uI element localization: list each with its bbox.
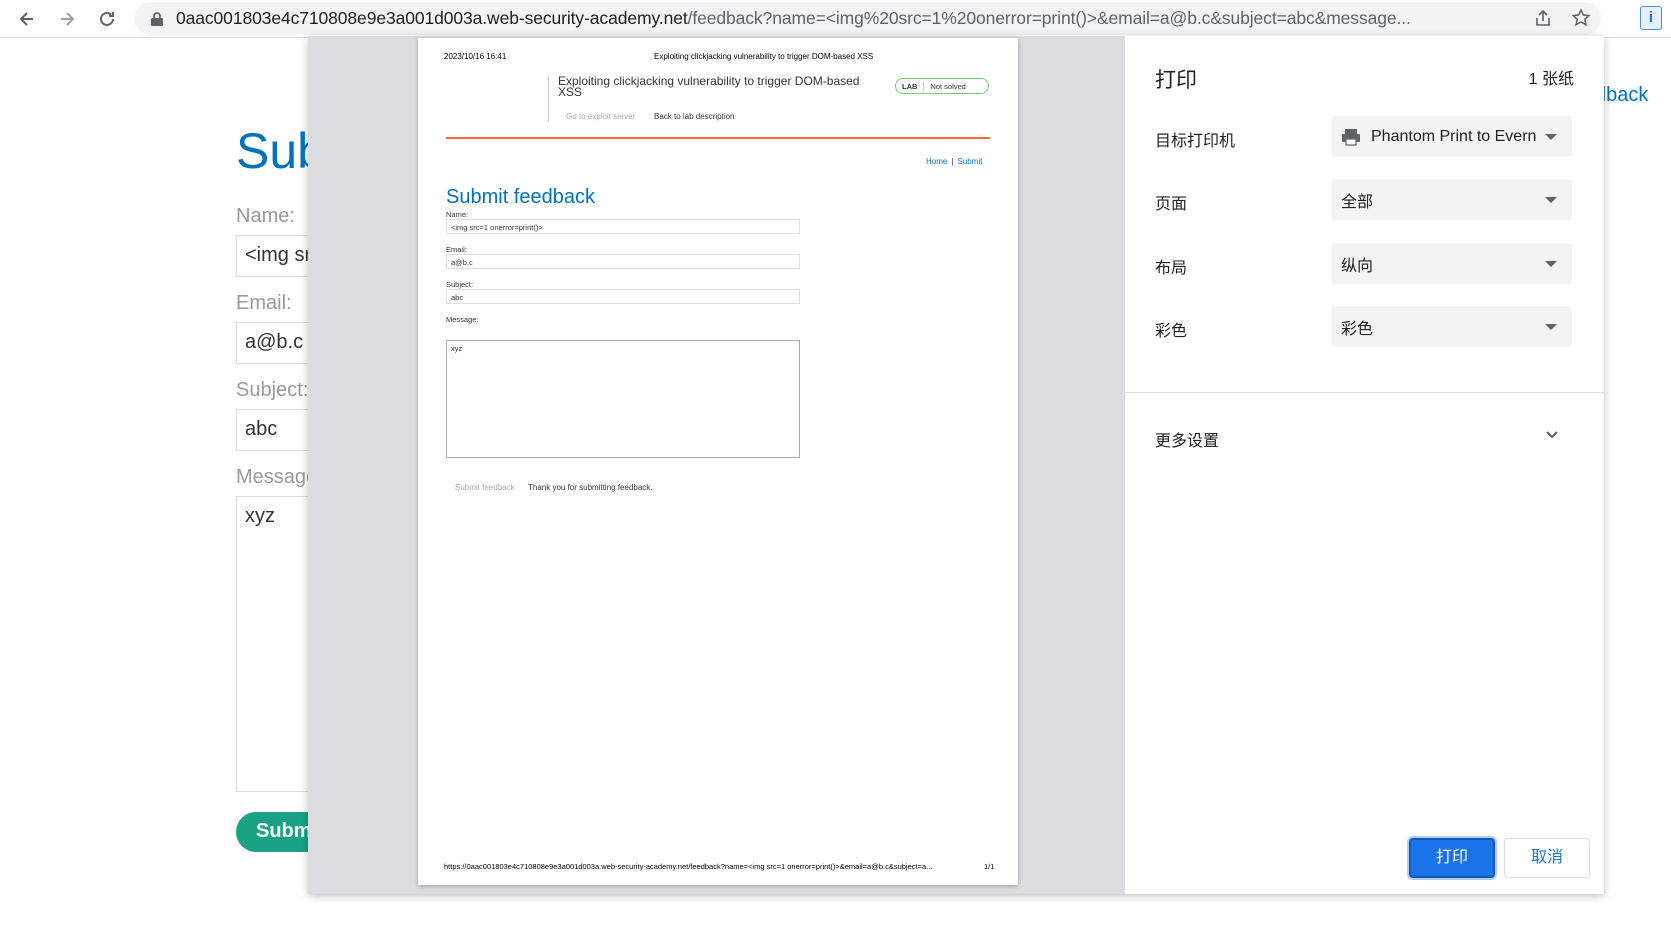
- preview-nav: Home | Submit: [926, 157, 982, 166]
- chevron-down-icon: [1545, 323, 1557, 330]
- color-value: 彩色: [1341, 320, 1374, 338]
- preview-lab-status-badge: LAB Not solved: [895, 78, 989, 94]
- preview-email-label: Email:: [446, 245, 467, 254]
- settings-divider: [1125, 392, 1604, 393]
- preview-message-label: Message:: [446, 315, 479, 324]
- preview-page-number: 1/1: [984, 862, 995, 871]
- preview-subject-input: abc: [446, 289, 800, 304]
- layout-label: 布局: [1155, 260, 1188, 277]
- preview-orange-rule: [446, 137, 990, 139]
- destination-select[interactable]: Phantom Print to Evernote: [1331, 116, 1572, 157]
- destination-value: Phantom Print to Evernote: [1371, 127, 1537, 145]
- name-label: Name:: [236, 205, 295, 227]
- badge-lab-label: LAB: [896, 81, 925, 91]
- chevron-down-icon: [1545, 133, 1557, 140]
- bookmark-star-icon[interactable]: [1571, 8, 1591, 28]
- pages-value: 全部: [1341, 193, 1374, 211]
- forward-button[interactable]: [48, 3, 86, 35]
- reload-button[interactable]: [88, 3, 126, 35]
- print-dialog: 2023/10/16 16:41 Exploiting clickjacking…: [308, 36, 1604, 894]
- destination-label: 目标打印机: [1155, 133, 1236, 150]
- chevron-down-icon: [1545, 196, 1557, 203]
- preview-nav-home: Home: [926, 157, 948, 166]
- reload-icon: [100, 11, 114, 26]
- message-label: Message: [236, 466, 318, 488]
- preview-lab-title: Exploiting clickjacking vulnerability to…: [558, 74, 860, 99]
- chevron-down-icon: [1545, 260, 1557, 267]
- printer-icon: [1342, 128, 1360, 146]
- preview-back-lab-link: Back to lab description: [654, 112, 735, 121]
- share-icon[interactable]: [1533, 8, 1553, 28]
- badge-status: Not solved: [930, 81, 966, 91]
- print-dialog-title: 打印: [1155, 69, 1197, 92]
- preview-sheet: 2023/10/16 16:41 Exploiting clickjacking…: [418, 38, 1018, 885]
- layout-value: 纵向: [1341, 257, 1374, 275]
- print-preview-area: 2023/10/16 16:41 Exploiting clickjacking…: [308, 36, 1125, 894]
- preview-footer-url: https://0aac001803e4c710808e9e3a001d003a…: [444, 862, 933, 871]
- preview-subject-label: Subject:: [446, 280, 474, 289]
- preview-heading: Submit feedback: [446, 186, 595, 208]
- preview-email-input: a@b.c: [446, 254, 800, 269]
- preview-nav-sep: |: [951, 157, 954, 166]
- forward-arrow-icon: [61, 12, 75, 26]
- preview-name-input: <img src=1 onerror=print()>: [446, 219, 800, 234]
- preview-thanks-message: Thank you for submitting feedback.: [528, 483, 653, 492]
- preview-header-title: Exploiting clickjacking vulnerability to…: [654, 52, 874, 61]
- lock-icon: [151, 11, 163, 26]
- back-arrow-icon: [19, 12, 33, 26]
- cancel-button[interactable]: 取消: [1504, 838, 1590, 878]
- pages-label: 页面: [1155, 196, 1188, 213]
- preview-message-textarea: xyz: [446, 340, 800, 458]
- expand-chevron-icon[interactable]: [1543, 426, 1561, 444]
- browser-toolbar: 0aac001803e4c710808e9e3a001d003a.web-sec…: [0, 0, 1671, 38]
- back-button[interactable]: [8, 3, 46, 35]
- subject-label: Subject:: [236, 379, 309, 401]
- layout-select[interactable]: 纵向: [1331, 243, 1572, 284]
- preview-name-label: Name:: [446, 210, 469, 219]
- pages-select[interactable]: 全部: [1331, 179, 1572, 220]
- address-bar[interactable]: 0aac001803e4c710808e9e3a001d003a.web-sec…: [134, 2, 1601, 35]
- preview-submit-button: Submit feedback: [455, 483, 515, 492]
- email-label: Email:: [236, 292, 292, 314]
- preview-nav-submit: Submit: [957, 157, 983, 166]
- color-label: 彩色: [1155, 323, 1188, 340]
- sheet-count: 1 张纸: [1528, 71, 1574, 88]
- preview-divider: [548, 76, 549, 122]
- preview-date: 2023/10/16 16:41: [444, 52, 507, 61]
- color-select[interactable]: 彩色: [1331, 306, 1572, 347]
- url-text: 0aac001803e4c710808e9e3a001d003a.web-sec…: [176, 8, 1411, 28]
- extension-icon[interactable]: i: [1640, 6, 1662, 30]
- print-settings-panel: 打印 1 张纸 目标打印机 Phantom Print to Evernote …: [1125, 36, 1604, 894]
- more-settings-toggle[interactable]: 更多设置: [1155, 427, 1219, 451]
- preview-go-exploit-link: Go to exploit server: [566, 112, 636, 121]
- print-button[interactable]: 打印: [1409, 838, 1495, 878]
